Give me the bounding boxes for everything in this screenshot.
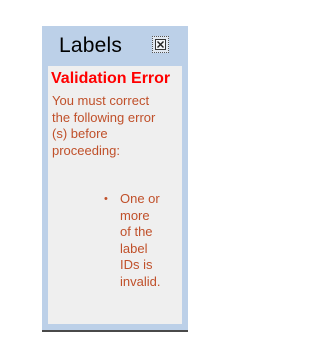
close-icon — [155, 39, 166, 50]
panel-title: Labels — [59, 34, 123, 57]
validation-error-box: Validation Error You must correct the fo… — [48, 66, 182, 324]
validation-error-message: You must correct the following error (s)… — [52, 93, 156, 158]
panel-bottom-divider — [42, 330, 188, 332]
panel-header: Labels — [42, 26, 188, 66]
validation-error-title: Validation Error — [51, 70, 171, 87]
validation-error-list: • One or more of the label IDs is invali… — [104, 191, 164, 290]
labels-panel: Labels Validation Error You must correct… — [42, 26, 188, 330]
bullet-icon: • — [104, 193, 108, 205]
validation-error-item-text: One or more of the label IDs is invalid. — [120, 191, 161, 289]
validation-error-item: • One or more of the label IDs is invali… — [104, 191, 164, 290]
close-button[interactable] — [152, 36, 169, 53]
